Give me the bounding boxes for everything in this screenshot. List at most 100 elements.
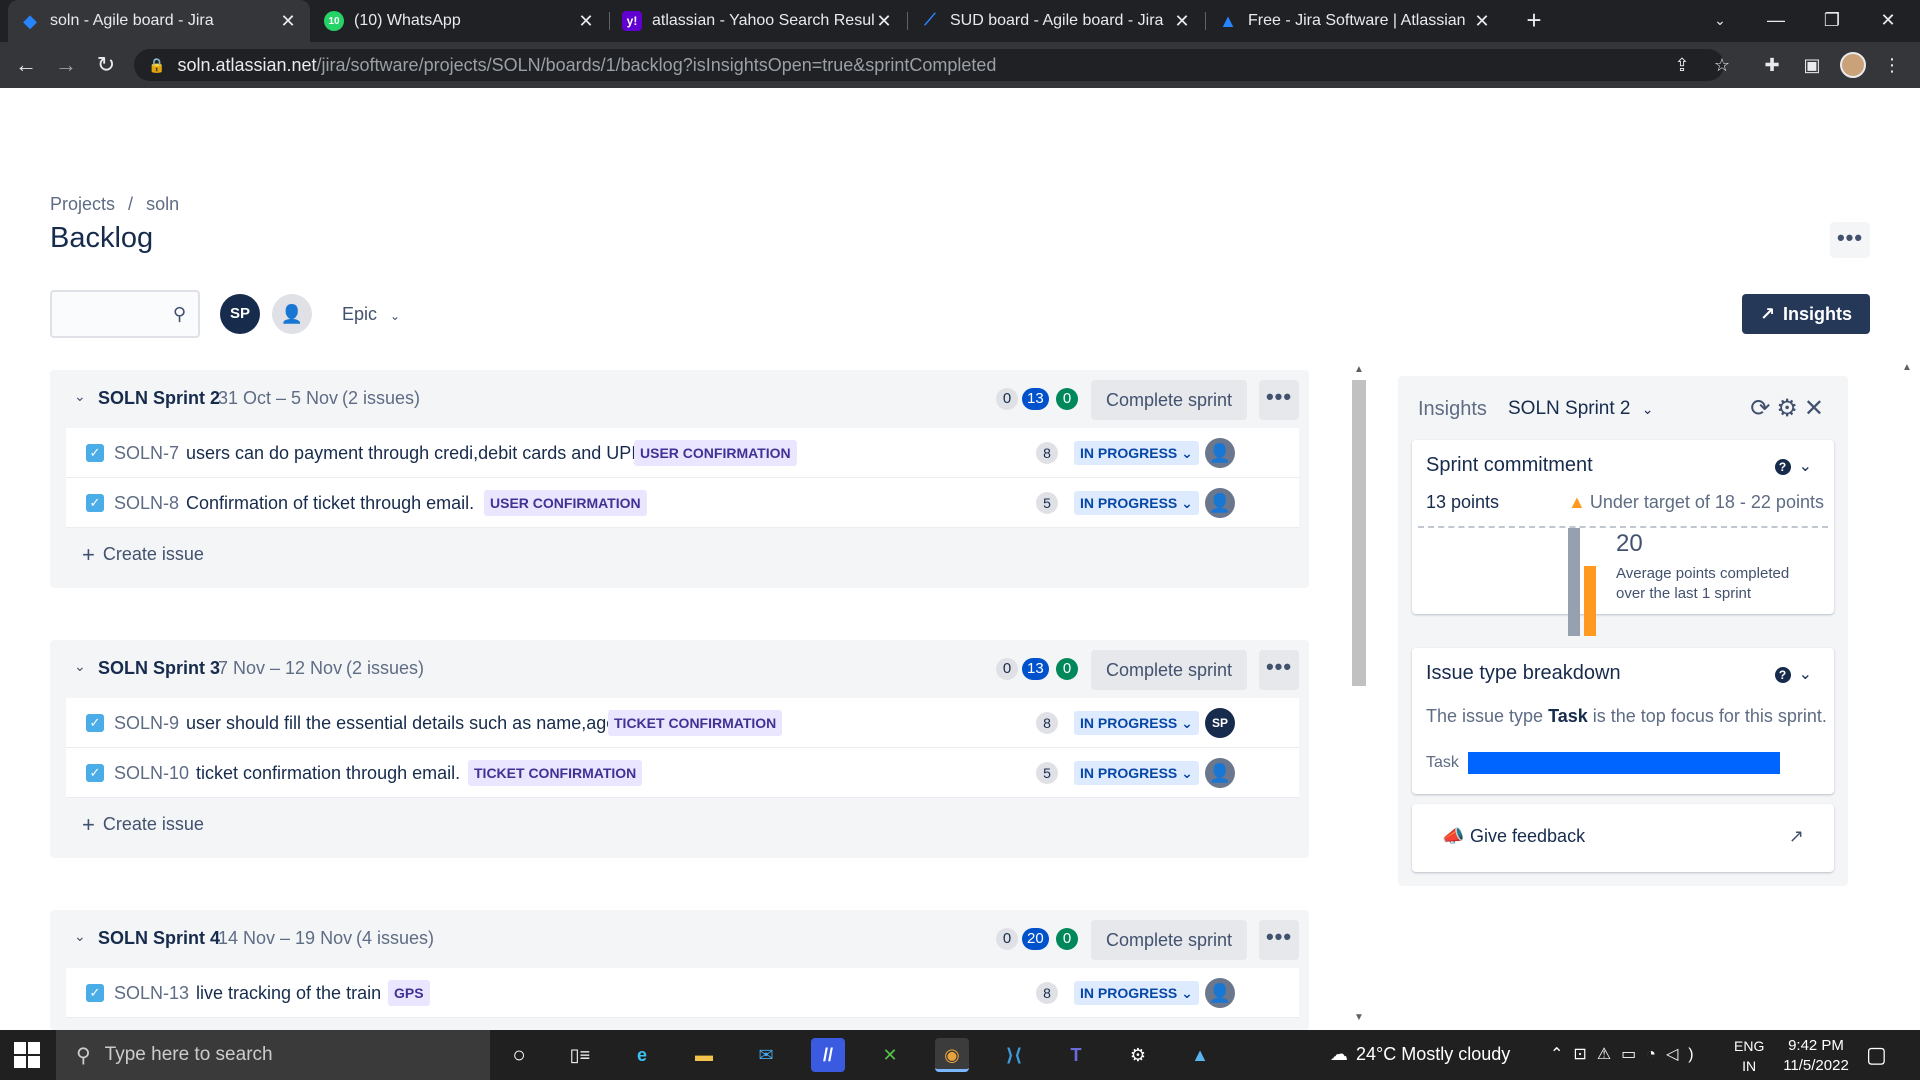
photos-icon[interactable]: ▲ <box>1183 1038 1217 1072</box>
issue-row[interactable]: ✓ SOLN-9 user should fill the essential … <box>66 698 1299 748</box>
issue-row[interactable]: ✓ SOLN-13 live tracking of the train GPS… <box>66 968 1299 1018</box>
taskbar-search-input[interactable]: ⚲ Type here to search <box>56 1030 490 1080</box>
chevron-down-icon[interactable]: ⌄ <box>74 388 86 405</box>
issue-row[interactable]: ✓ SOLN-10 ticket confirmation through em… <box>66 748 1299 798</box>
share-icon[interactable]: ⇪ <box>1666 49 1698 81</box>
browser-tab-4[interactable]: ⟋ SUD board - Agile board - Jira ✕ <box>908 0 1204 42</box>
close-icon[interactable]: ✕ <box>1804 395 1830 422</box>
forward-icon[interactable]: → <box>50 49 82 81</box>
sprint-more-button[interactable]: ••• <box>1259 650 1299 690</box>
tab-search-icon[interactable]: ⌄ <box>1692 0 1748 42</box>
windows-start-icon[interactable] <box>14 1042 40 1068</box>
chevron-down-icon[interactable]: ⌄ <box>74 658 86 675</box>
browser-tab-5[interactable]: ▲ Free - Jira Software | Atlassian ✕ <box>1206 0 1504 42</box>
close-icon[interactable]: ✕ <box>576 11 596 32</box>
add-people-icon[interactable]: 👤 <box>272 294 312 334</box>
vscode-icon[interactable]: ⟩⟨ <box>997 1038 1031 1072</box>
clock[interactable]: 9:42 PM 11/5/2022 <box>1776 1036 1856 1076</box>
status-dropdown[interactable]: IN PROGRESS ⌄ <box>1074 981 1199 1005</box>
breadcrumb-projects[interactable]: Projects <box>50 194 115 214</box>
close-icon[interactable]: ✕ <box>874 11 894 32</box>
mail-icon[interactable]: ✉ <box>749 1038 783 1072</box>
status-dropdown[interactable]: IN PROGRESS ⌄ <box>1074 441 1199 465</box>
profile-avatar[interactable] <box>1840 52 1866 78</box>
sprint-more-button[interactable]: ••• <box>1259 380 1299 420</box>
create-issue-button[interactable]: + Create issue <box>82 542 204 568</box>
issue-key[interactable]: SOLN-13 <box>114 983 189 1004</box>
close-window-icon[interactable]: ✕ <box>1860 0 1916 42</box>
status-dropdown[interactable]: IN PROGRESS ⌄ <box>1074 491 1199 515</box>
complete-sprint-button[interactable]: Complete sprint <box>1091 920 1247 960</box>
bookmark-star-icon[interactable]: ☆ <box>1706 49 1738 81</box>
issue-row[interactable]: ✓ SOLN-7 users can do payment through cr… <box>66 428 1299 478</box>
complete-sprint-button[interactable]: Complete sprint <box>1091 380 1247 420</box>
issue-key[interactable]: SOLN-8 <box>114 493 179 514</box>
browser-tab-3[interactable]: y! atlassian - Yahoo Search Results ✕ <box>610 0 906 42</box>
create-issue-button[interactable]: + Create issue <box>82 812 204 838</box>
edge-icon[interactable]: e <box>625 1038 659 1072</box>
browser-tab-2[interactable]: 10 (10) WhatsApp ✕ <box>312 0 608 42</box>
story-points[interactable]: 8 <box>1036 712 1058 734</box>
refresh-icon[interactable]: ⟳ <box>1750 395 1776 422</box>
more-actions-button[interactable]: ••• <box>1830 222 1870 258</box>
back-icon[interactable]: ← <box>10 49 42 81</box>
issue-key[interactable]: SOLN-10 <box>114 763 189 784</box>
power-automate-icon[interactable]: // <box>811 1038 845 1072</box>
backlog-scrollbar-thumb[interactable] <box>1352 380 1366 686</box>
issue-key[interactable]: SOLN-7 <box>114 443 179 464</box>
side-panel-icon[interactable]: ▣ <box>1796 49 1828 81</box>
browser-tab-1[interactable]: ◆ soln - Agile board - Jira ✕ <box>8 0 310 42</box>
close-icon[interactable]: ✕ <box>1472 11 1492 32</box>
weather-widget[interactable]: ☁ 24°C Mostly cloudy <box>1330 1044 1510 1065</box>
insights-sprint-select[interactable]: SOLN Sprint 2 ⌄ <box>1508 398 1654 420</box>
status-dropdown[interactable]: IN PROGRESS ⌄ <box>1074 761 1199 785</box>
settings-gear-icon[interactable]: ⚙ <box>1776 395 1804 422</box>
address-bar[interactable]: 🔒 soln.atlassian.net/jira/software/proje… <box>134 49 1724 81</box>
settings-gear-icon[interactable]: ⚙ <box>1121 1038 1155 1072</box>
sprint-more-button[interactable]: ••• <box>1259 920 1299 960</box>
backlog-search-input[interactable]: ⚲ <box>50 290 200 338</box>
unassigned-avatar-icon[interactable]: 👤 <box>1205 438 1235 468</box>
complete-sprint-button[interactable]: Complete sprint <box>1091 650 1247 690</box>
insights-button[interactable]: ↗ Insights <box>1742 294 1870 334</box>
epic-filter-dropdown[interactable]: Epic ⌄ <box>336 298 406 330</box>
new-tab-button[interactable]: + <box>1518 4 1550 36</box>
story-points[interactable]: 5 <box>1036 762 1058 784</box>
task-view-icon[interactable]: ▯≡ <box>563 1038 597 1072</box>
chrome-icon[interactable]: ◉ <box>935 1038 969 1072</box>
give-feedback-link[interactable]: Give feedback <box>1470 826 1585 847</box>
minimize-icon[interactable]: — <box>1748 0 1804 42</box>
page-scroll-up-icon[interactable]: ▲ <box>1902 362 1912 373</box>
card-help[interactable]: ? ⌄ <box>1774 456 1812 476</box>
avatar-filter[interactable]: SP <box>220 294 260 334</box>
restore-icon[interactable]: ❐ <box>1804 0 1860 42</box>
unassigned-avatar-icon[interactable]: 👤 <box>1205 488 1235 518</box>
system-tray-icons[interactable]: ⌃⊡⚠▭◔◁) <box>1550 1044 1704 1064</box>
breadcrumb-project[interactable]: soln <box>146 194 179 214</box>
menu-icon[interactable]: ⋮ <box>1876 49 1908 81</box>
language-indicator[interactable]: ENG IN <box>1734 1036 1764 1076</box>
notification-icon[interactable]: ▢ <box>1866 1042 1887 1068</box>
chevron-down-icon[interactable]: ⌄ <box>74 928 86 945</box>
unassigned-avatar-icon[interactable]: 👤 <box>1205 978 1235 1008</box>
assignee-avatar[interactable]: SP <box>1205 708 1235 738</box>
story-points[interactable]: 8 <box>1036 442 1058 464</box>
scroll-up-icon[interactable]: ▲ <box>1354 364 1364 375</box>
cortana-icon[interactable]: ○ <box>502 1038 536 1072</box>
teams-icon[interactable]: T <box>1059 1038 1093 1072</box>
issue-key[interactable]: SOLN-9 <box>114 713 179 734</box>
story-points[interactable]: 8 <box>1036 982 1058 1004</box>
close-icon[interactable]: ✕ <box>278 11 298 32</box>
story-points[interactable]: 5 <box>1036 492 1058 514</box>
card-help[interactable]: ? ⌄ <box>1774 664 1812 684</box>
close-icon[interactable]: ✕ <box>1172 11 1192 32</box>
give-feedback-card[interactable]: 📣 Give feedback ↗ <box>1412 804 1834 872</box>
extensions-icon[interactable]: ✚ <box>1756 49 1788 81</box>
scroll-down-icon[interactable]: ▼ <box>1354 1012 1364 1023</box>
status-dropdown[interactable]: IN PROGRESS ⌄ <box>1074 711 1199 735</box>
external-link-icon[interactable]: ↗ <box>1789 826 1804 847</box>
issue-row[interactable]: ✓ SOLN-8 Confirmation of ticket through … <box>66 478 1299 528</box>
reload-icon[interactable]: ↻ <box>90 49 122 81</box>
unassigned-avatar-icon[interactable]: 👤 <box>1205 758 1235 788</box>
file-explorer-icon[interactable]: ▬ <box>687 1038 721 1072</box>
